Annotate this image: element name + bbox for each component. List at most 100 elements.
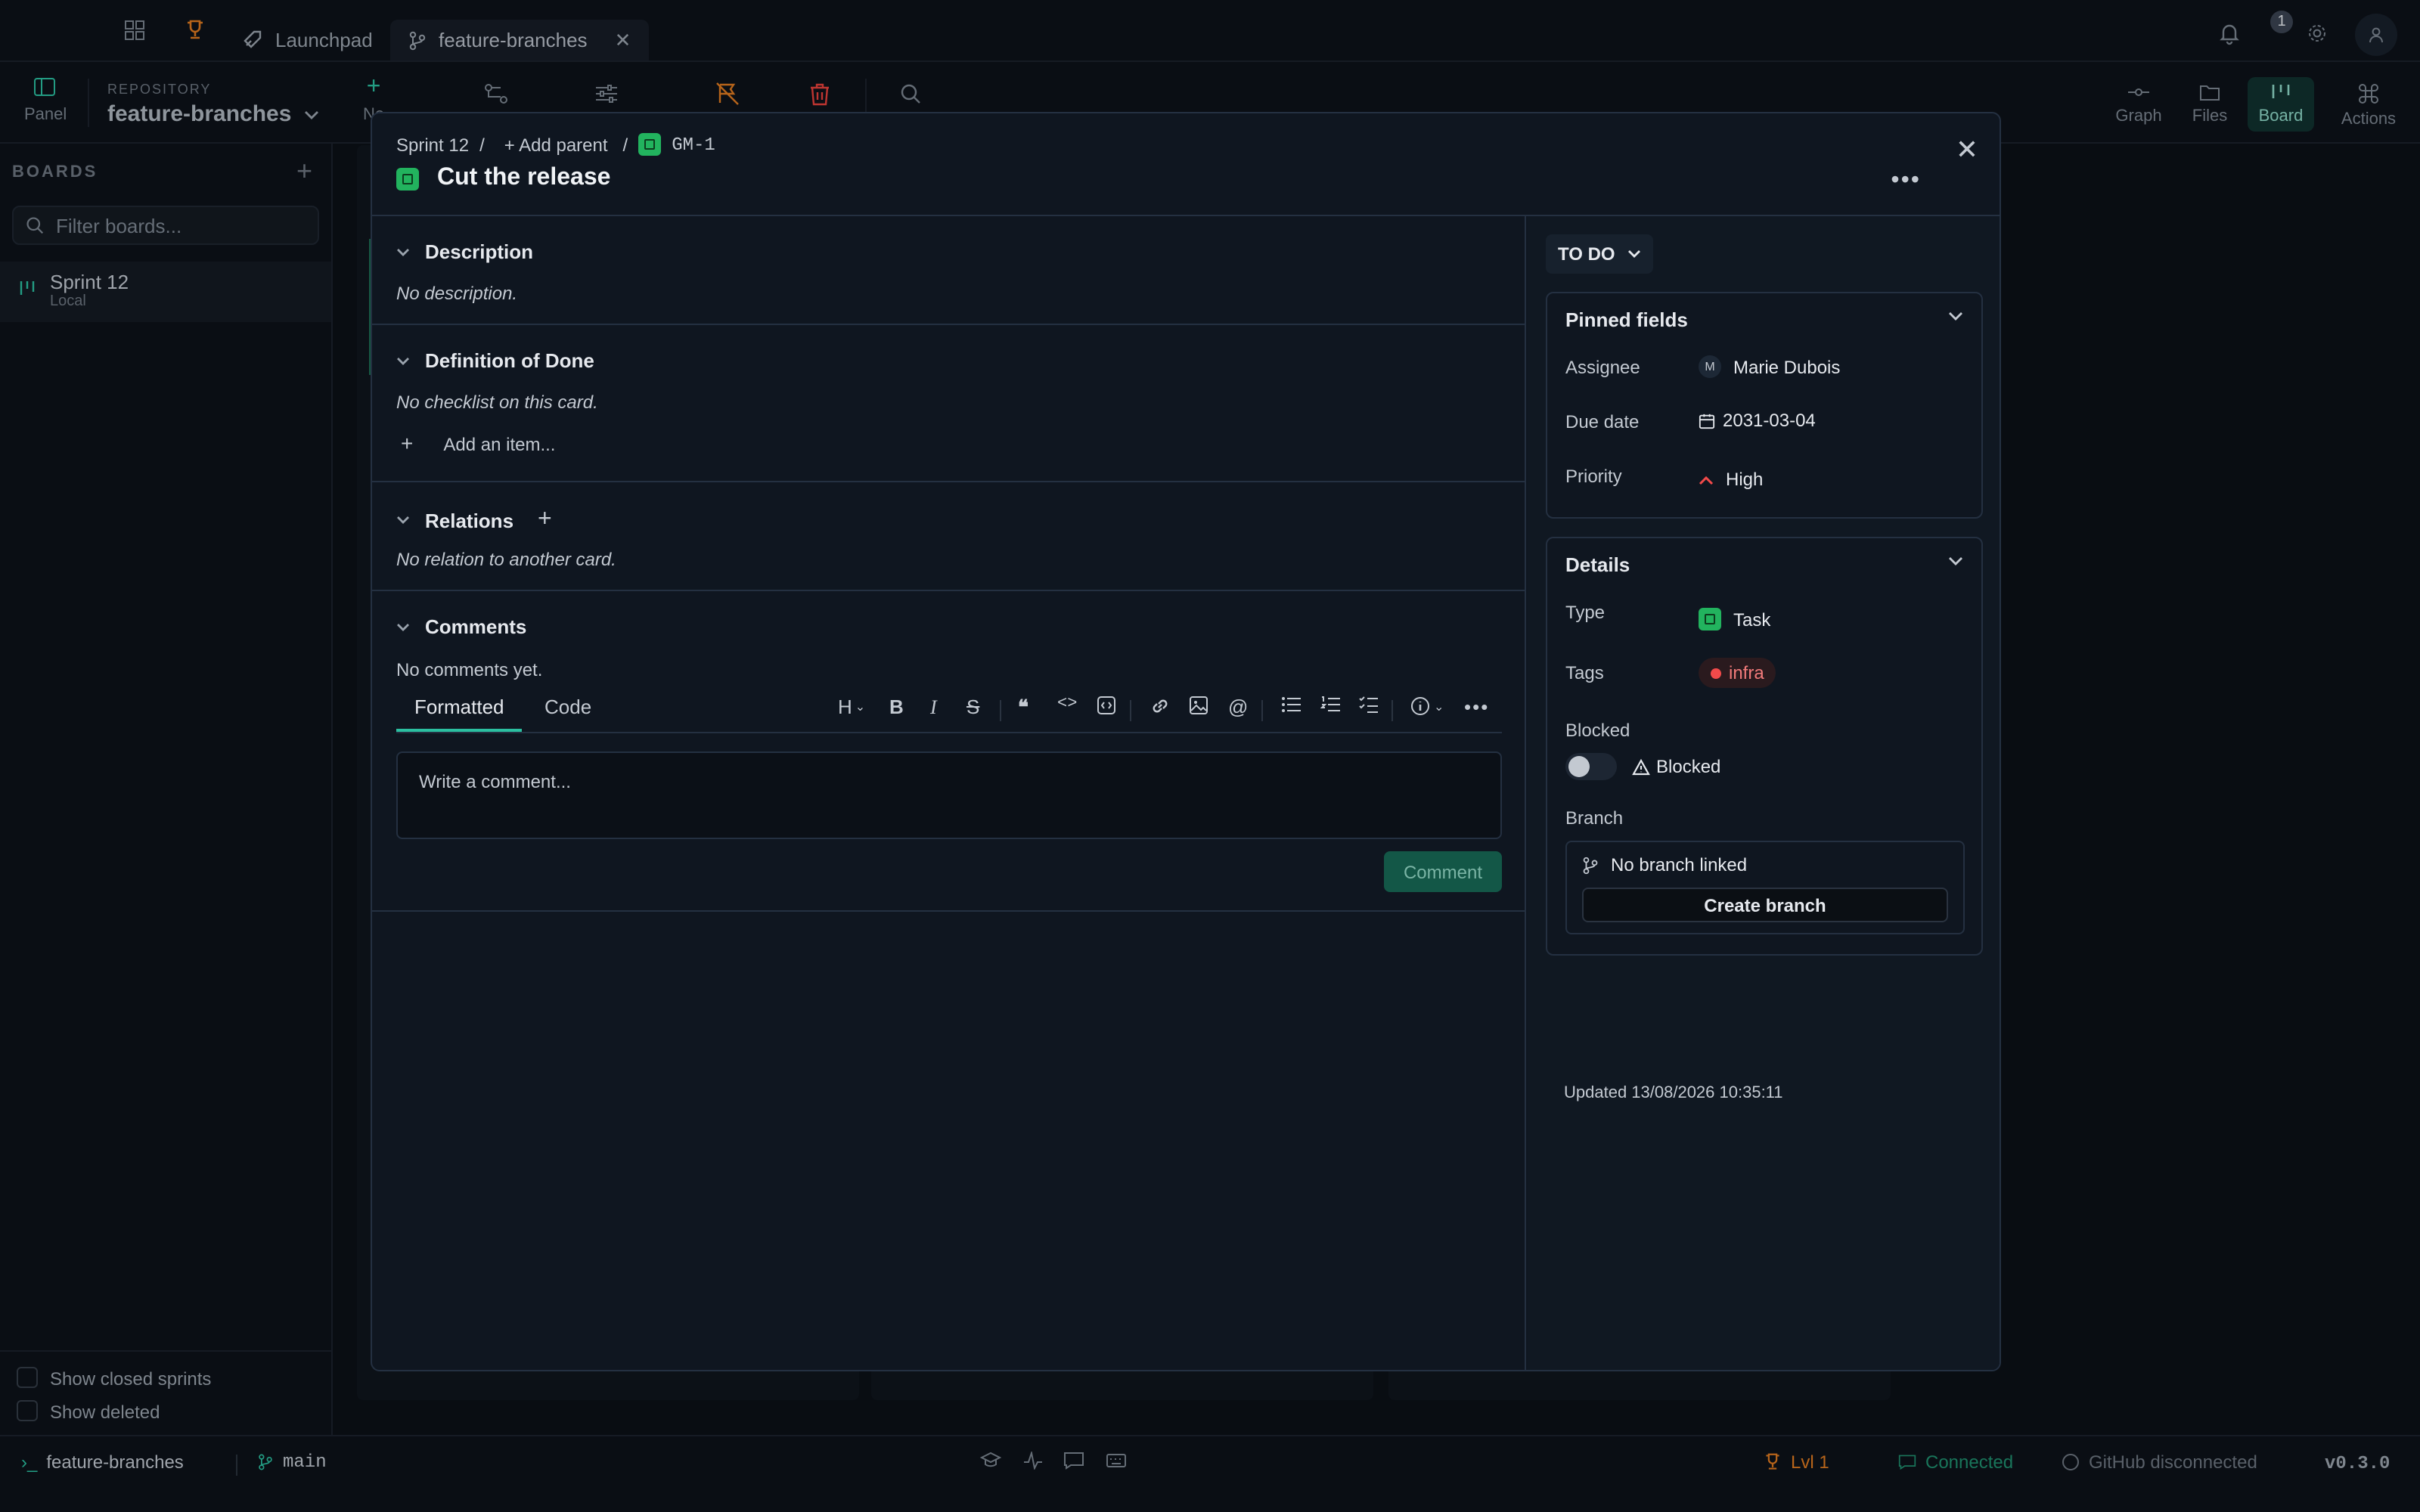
comments-header[interactable]: Comments bbox=[396, 615, 526, 638]
type-text: Task bbox=[1733, 609, 1771, 630]
image-icon[interactable] bbox=[1189, 696, 1208, 715]
card-properties-pane: TO DO Pinned fields Assignee M Marie Dub… bbox=[1528, 216, 2000, 1370]
comment-editor-toolbar: Formatted Code H ⌄ B I S ❝ <> @ ⌄ ••• bbox=[396, 688, 1502, 733]
more-icon[interactable]: ••• bbox=[1464, 696, 1489, 718]
chevron-down-icon[interactable] bbox=[1948, 556, 1963, 565]
section-title: Relations bbox=[425, 509, 514, 531]
section-title: Definition of Done bbox=[425, 349, 594, 372]
code-block-icon[interactable] bbox=[1097, 696, 1116, 715]
section-title: Comments bbox=[425, 615, 527, 638]
quote-icon[interactable]: ❝ bbox=[1018, 696, 1028, 720]
dod-text: No checklist on this card. bbox=[396, 392, 598, 413]
card-title[interactable]: Cut the release bbox=[437, 165, 610, 192]
relations-header[interactable]: Relations + bbox=[396, 507, 552, 534]
comment-submit-button[interactable]: Comment bbox=[1384, 851, 1502, 892]
priority-label: Priority bbox=[1565, 466, 1622, 487]
pinned-fields-card: Pinned fields Assignee M Marie Dubois Du… bbox=[1546, 292, 1983, 519]
relations-section: Relations + No relation to another card. bbox=[372, 482, 1525, 591]
tag-label: infra bbox=[1729, 662, 1764, 683]
add-checklist-item[interactable]: + Add an item... bbox=[401, 432, 555, 455]
toggle-knob bbox=[1568, 756, 1590, 777]
divider bbox=[1130, 700, 1131, 721]
checklist-icon[interactable] bbox=[1358, 696, 1378, 714]
priority-text: High bbox=[1726, 469, 1764, 490]
description-header[interactable]: Description bbox=[396, 240, 533, 263]
blocked-toggle[interactable] bbox=[1565, 753, 1617, 780]
due-date-value[interactable]: 2031-03-04 bbox=[1699, 410, 1816, 431]
branch-icon bbox=[1582, 855, 1599, 875]
chevron-down-icon bbox=[396, 516, 410, 525]
add-parent-button[interactable]: + Add parent bbox=[504, 134, 608, 155]
breadcrumb-sprint[interactable]: Sprint 12 bbox=[396, 134, 469, 155]
priority-high-icon bbox=[1699, 474, 1714, 485]
heading-icon[interactable]: H ⌄ bbox=[838, 696, 865, 718]
status-dropdown[interactable]: TO DO bbox=[1546, 234, 1653, 274]
pinned-fields-title[interactable]: Pinned fields bbox=[1565, 308, 1688, 331]
strikethrough-icon[interactable]: S bbox=[966, 696, 979, 718]
card-detail-modal: Sprint 12 / + Add parent / GM-1 Cut the … bbox=[371, 112, 2001, 1371]
dod-header[interactable]: Definition of Done bbox=[396, 349, 594, 372]
divider bbox=[1261, 700, 1263, 721]
assignee-name: Marie Dubois bbox=[1733, 356, 1841, 377]
assignee-value[interactable]: M Marie Dubois bbox=[1699, 355, 1840, 378]
branch-label: Branch bbox=[1565, 807, 1624, 829]
definition-of-done-section: Definition of Done No checklist on this … bbox=[372, 325, 1525, 482]
bullet-list-icon[interactable] bbox=[1281, 696, 1301, 714]
italic-icon[interactable]: I bbox=[930, 696, 937, 720]
chevron-down-icon[interactable] bbox=[1948, 311, 1963, 321]
relations-text: No relation to another card. bbox=[396, 549, 616, 570]
type-value[interactable]: Task bbox=[1699, 608, 1770, 631]
description-section: Description No description. bbox=[372, 216, 1525, 325]
updated-timestamp: Updated 13/08/2026 10:35:11 bbox=[1564, 1084, 1783, 1102]
calendar-icon bbox=[1699, 412, 1715, 429]
chevron-down-icon bbox=[396, 247, 410, 256]
due-date-text: 2031-03-04 bbox=[1723, 410, 1816, 431]
link-icon[interactable] bbox=[1150, 696, 1171, 717]
section-title: Description bbox=[425, 240, 534, 263]
tab-code[interactable]: Code bbox=[544, 696, 591, 718]
chevron-down-icon bbox=[396, 356, 410, 365]
description-text[interactable]: No description. bbox=[396, 283, 517, 304]
code-icon[interactable]: <> bbox=[1057, 696, 1077, 714]
assignee-label: Assignee bbox=[1565, 357, 1640, 378]
due-date-label: Due date bbox=[1565, 411, 1640, 432]
chevron-down-icon bbox=[1627, 249, 1641, 259]
create-branch-button[interactable]: Create branch bbox=[1582, 888, 1948, 922]
mention-icon[interactable]: @ bbox=[1228, 696, 1248, 718]
bold-icon[interactable]: B bbox=[889, 696, 904, 718]
divider bbox=[1000, 700, 1001, 721]
info-icon[interactable]: ⌄ bbox=[1410, 696, 1444, 717]
task-icon bbox=[396, 167, 419, 190]
close-icon[interactable]: ✕ bbox=[1956, 135, 1978, 166]
numbered-list-icon[interactable] bbox=[1320, 696, 1340, 714]
add-relation-icon[interactable]: + bbox=[538, 507, 552, 534]
details-title[interactable]: Details bbox=[1565, 553, 1630, 576]
comments-empty-text: No comments yet. bbox=[396, 659, 543, 680]
chevron-down-icon bbox=[396, 622, 410, 631]
branch-status: No branch linked bbox=[1582, 854, 1747, 875]
status-label: TO DO bbox=[1558, 243, 1615, 265]
warning-icon bbox=[1632, 758, 1650, 775]
comments-section: Comments No comments yet. Formatted Code… bbox=[372, 591, 1525, 912]
more-options-icon[interactable]: ••• bbox=[1891, 168, 1921, 195]
tags-label: Tags bbox=[1565, 662, 1604, 683]
priority-value[interactable]: High bbox=[1699, 469, 1763, 490]
comment-placeholder: Write a comment... bbox=[419, 771, 571, 792]
task-icon bbox=[638, 133, 662, 156]
card-id[interactable]: GM-1 bbox=[672, 134, 715, 155]
tab-formatted[interactable]: Formatted bbox=[414, 696, 504, 718]
comment-input[interactable]: Write a comment... bbox=[396, 751, 1502, 839]
tags-value[interactable]: infra bbox=[1699, 658, 1776, 688]
no-branch-text: No branch linked bbox=[1611, 854, 1748, 875]
card-title-row: Cut the release bbox=[396, 165, 610, 192]
tag-infra[interactable]: infra bbox=[1699, 658, 1776, 688]
details-card: Details Type Task Tags infra Blocked Blo… bbox=[1546, 537, 1983, 956]
breadcrumb-separator: / bbox=[479, 134, 485, 155]
blocked-label: Blocked bbox=[1565, 720, 1630, 741]
card-main-pane: Description No description. Definition o… bbox=[372, 216, 1526, 1370]
type-label: Type bbox=[1565, 602, 1606, 623]
active-tab-underline bbox=[396, 729, 522, 732]
blocked-toggle-label: Blocked bbox=[1632, 756, 1720, 777]
tag-dot bbox=[1711, 668, 1721, 678]
modal-header: Sprint 12 / + Add parent / GM-1 Cut the … bbox=[372, 113, 2000, 216]
